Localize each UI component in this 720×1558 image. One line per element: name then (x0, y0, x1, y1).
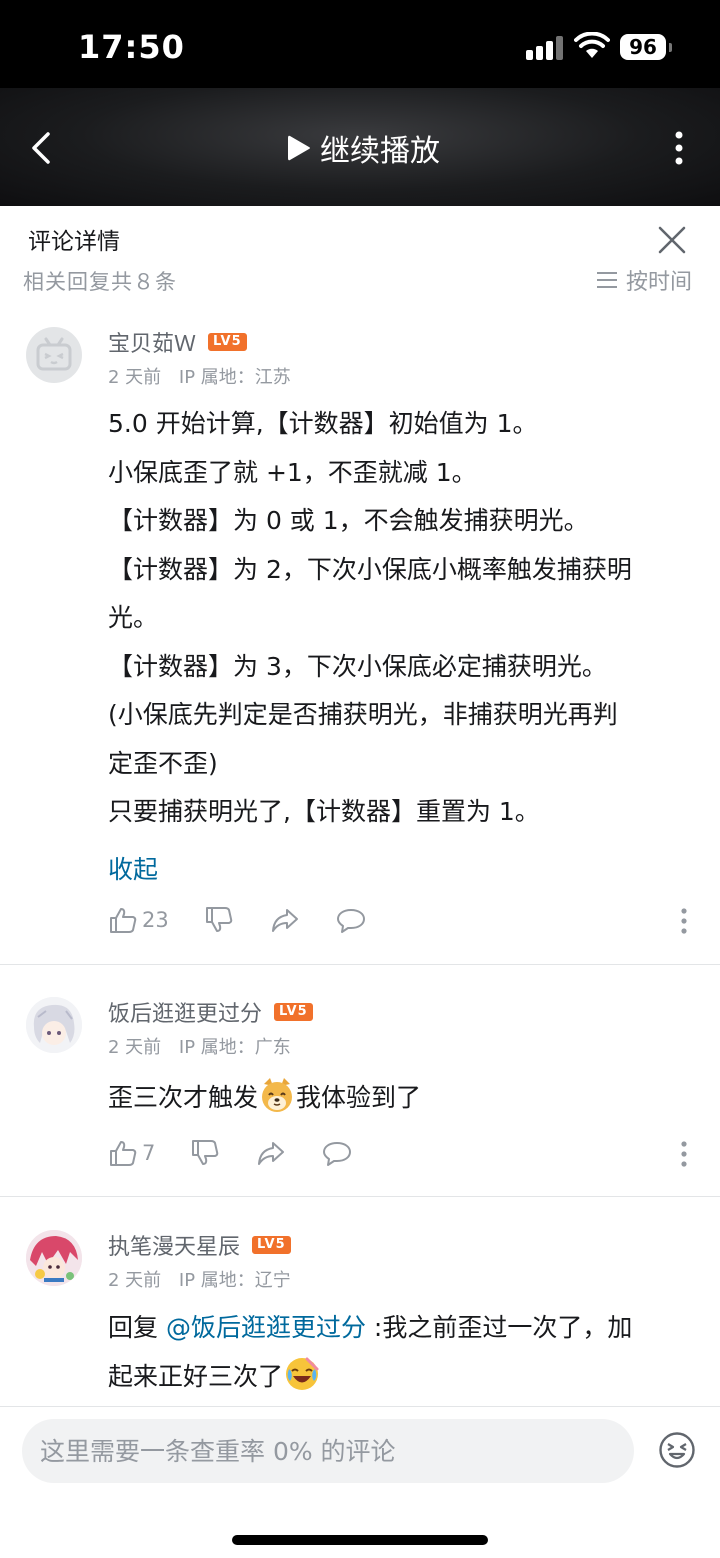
comment-ip: IP 属地：广东 (178, 1037, 291, 1058)
comment-input-bar (0, 1406, 720, 1558)
comment-bubble-icon (323, 1142, 351, 1166)
share-button[interactable] (270, 905, 300, 935)
doge-emoji (262, 1078, 293, 1112)
comment-body: 5.0 开始计算,【计数器】初始值为 1。 小保底歪了就 +1，不歪就减 1。 … (108, 400, 688, 837)
panel-title: 评论详情 (28, 229, 120, 255)
comment-input[interactable] (22, 1419, 634, 1483)
more-options-icon[interactable] (680, 907, 688, 935)
divider (0, 1196, 720, 1197)
anime-avatar-icon (26, 997, 82, 1053)
comment-text: 起来正好三次了 (108, 1361, 284, 1391)
comment-ip: IP 属地：江苏 (178, 367, 291, 388)
like-button[interactable]: 7 (108, 1138, 155, 1168)
status-bar: 17:50 96 (0, 0, 720, 88)
sort-label: 按时间 (626, 270, 693, 295)
comment-line: 【计数器】为 3，下次小保底必定捕获明光。 (108, 651, 607, 681)
status-time: 17:50 (78, 28, 185, 66)
username-text: 饭后逛逛更过分 (108, 1002, 263, 1027)
comment-line: 【计数器】为 2，下次小保底小概率触发捕获明 (108, 554, 632, 584)
video-bar: 继续播放 (0, 88, 720, 206)
comment-line: 小保底歪了就 +1，不歪就减 1。 (108, 457, 477, 487)
comment-username[interactable]: 执笔漫天星辰 LV5 (108, 1229, 291, 1261)
collapse-link[interactable]: 收起 (108, 850, 158, 886)
avatar[interactable] (26, 327, 82, 383)
dislike-button[interactable] (190, 1138, 220, 1168)
share-icon (272, 909, 298, 932)
laugh-cry-emoji (286, 1357, 319, 1390)
level-badge: LV5 (274, 1003, 313, 1021)
resume-play-label: 继续播放 (320, 134, 440, 169)
reply-button[interactable] (336, 905, 366, 935)
battery-icon: 96 (620, 34, 672, 60)
comment-line: 只要捕获明光了,【计数器】重置为 1。 (108, 797, 540, 826)
avatar[interactable] (26, 997, 82, 1053)
wifi-icon (574, 32, 610, 58)
thumbs-down-icon (206, 907, 233, 932)
comment-meta: 2 天前 IP 属地：江苏 (108, 363, 303, 389)
cellular-signal-icon (526, 36, 564, 60)
comment-actions: 23 (108, 905, 698, 937)
comment-bubble-icon (337, 909, 365, 933)
more-vertical-icon[interactable] (666, 128, 692, 168)
comment-time: 2 天前 (108, 367, 162, 388)
comment-line: 定歪不歪) (108, 748, 218, 778)
home-indicator (232, 1535, 488, 1545)
divider (0, 964, 720, 965)
level-badge: LV5 (252, 1236, 291, 1254)
comment-time: 2 天前 (108, 1270, 162, 1291)
avatar[interactable] (26, 1230, 82, 1286)
thumbs-up-icon (110, 908, 137, 933)
comment-text: 歪三次才触发 (108, 1083, 259, 1112)
like-count: 7 (142, 1141, 156, 1165)
dislike-button[interactable] (204, 905, 234, 935)
sort-icon (597, 272, 617, 288)
anime-avatar-icon (26, 1230, 82, 1286)
comment-text: :我之前歪过一次了，加 (365, 1313, 633, 1342)
comment-line: 5.0 开始计算,【计数器】初始值为 1。 (108, 409, 538, 438)
comment-username[interactable]: 饭后逛逛更过分 LV5 (108, 996, 313, 1028)
sort-by-time-button[interactable]: 按时间 (596, 264, 692, 296)
comment-actions: 7 (108, 1138, 698, 1170)
comment-text: 我体验到了 (296, 1083, 422, 1112)
like-button[interactable]: 23 (108, 905, 169, 935)
username-text: 执笔漫天星辰 (108, 1235, 241, 1260)
comment-body: 回复 @饭后逛逛更过分 :我之前歪过一次了，加 起来正好三次了 (108, 1304, 688, 1401)
emoji-picker-icon[interactable] (658, 1431, 696, 1469)
comment-ip: IP 属地：辽宁 (178, 1270, 291, 1291)
resume-play-button[interactable]: 继续播放 (286, 126, 440, 170)
back-arrow-icon[interactable] (24, 128, 60, 168)
comment-line: 【计数器】为 0 或 1，不会触发捕获明光。 (108, 506, 589, 535)
default-avatar-icon (36, 337, 72, 371)
comment-username[interactable]: 宝贝茹Ｗ LV5 (108, 326, 247, 358)
reply-prefix: 回复 (108, 1313, 159, 1342)
comment-time: 2 天前 (108, 1037, 162, 1058)
close-icon[interactable] (654, 222, 690, 258)
thumbs-down-icon (192, 1140, 219, 1165)
comment-line: 光。 (108, 603, 159, 632)
comment-line: (小保底先判定是否捕获明光，非捕获明光再判 (108, 700, 618, 729)
more-options-icon[interactable] (680, 1140, 688, 1168)
like-count: 23 (142, 908, 169, 932)
level-badge: LV5 (208, 333, 247, 351)
reply-count: 相关回复共８条 (23, 270, 177, 294)
comment-meta: 2 天前 IP 属地：辽宁 (108, 1266, 303, 1292)
mention-link[interactable]: @饭后逛逛更过分 (166, 1313, 366, 1342)
thumbs-up-icon (110, 1141, 137, 1166)
comment-meta: 2 天前 IP 属地：广东 (108, 1033, 303, 1059)
share-icon (258, 1142, 284, 1165)
play-icon (288, 135, 310, 161)
share-button[interactable] (256, 1138, 286, 1168)
reply-button[interactable] (322, 1138, 352, 1168)
username-text: 宝贝茹Ｗ (108, 332, 197, 357)
comment-body: 歪三次才触发 我体验到了 (108, 1074, 688, 1123)
